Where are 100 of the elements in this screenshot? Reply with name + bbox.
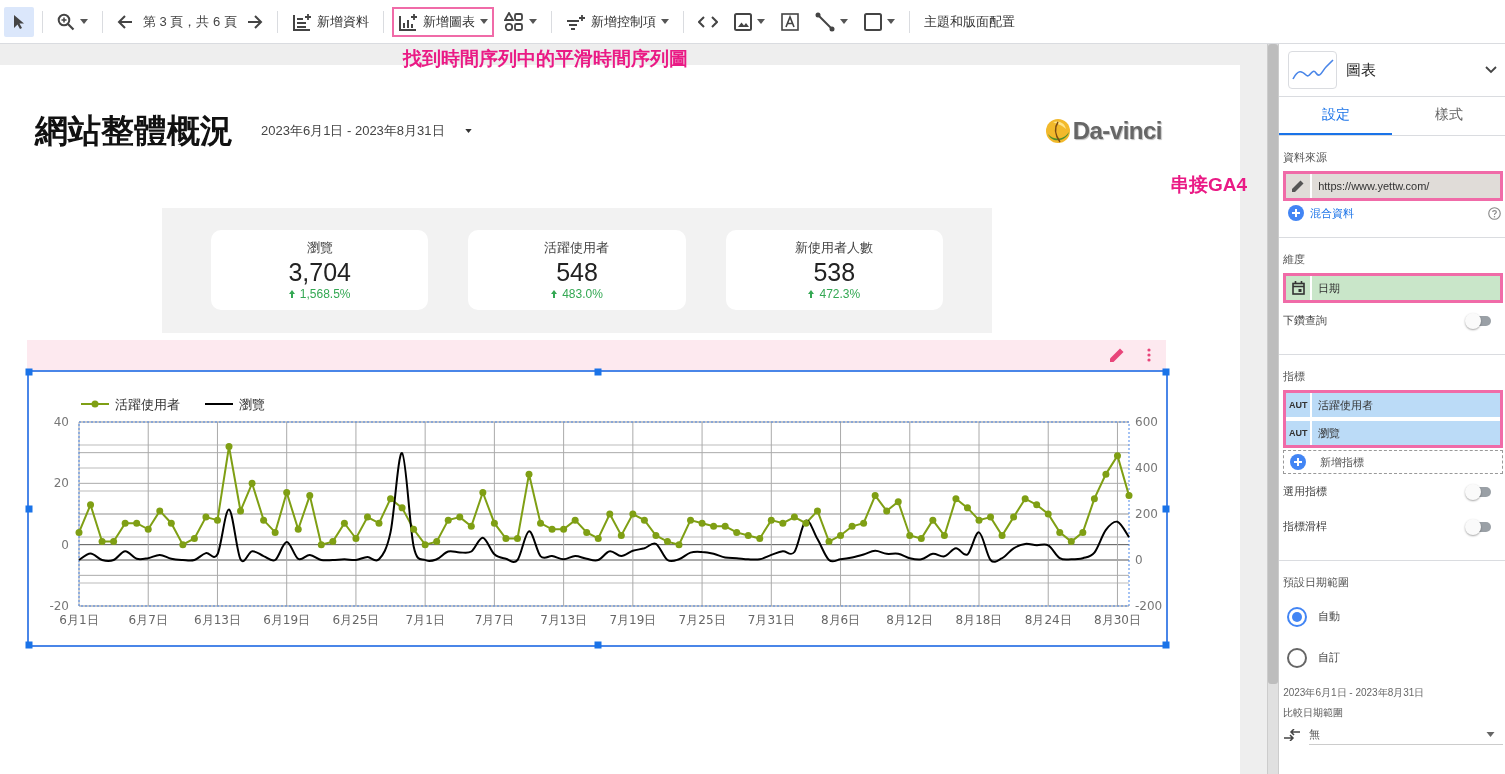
resize-handle[interactable] [25, 641, 33, 649]
data-point [917, 535, 925, 543]
data-point [202, 513, 210, 521]
caret-icon [756, 19, 765, 24]
chart-type-thumbnail[interactable] [1288, 51, 1338, 89]
radio-button[interactable] [1287, 647, 1308, 668]
panel-tab[interactable]: 樣式 [1392, 97, 1505, 135]
data-point [744, 531, 752, 539]
data-point [225, 443, 233, 451]
data-point [248, 479, 256, 487]
time-series-chart[interactable]: 活躍使用者 瀏覽 -20 0 20 40 -200 0 200 400 600 6月1日 6月7日 6月13日 6月19日 6月25日 7月1日 7月7日 7月13日 7月19日 7月25日 7月31日 8月6日 8月12日 8月18日 8月24日 8月30日 [27, 370, 1168, 647]
x-axis-label: 8月30日 [1094, 613, 1141, 627]
data-point [98, 538, 106, 546]
data-point [663, 538, 671, 546]
scorecard-change: 472.3% [819, 287, 861, 301]
data-point [710, 522, 718, 530]
resize-handle[interactable] [594, 368, 601, 376]
data-point [329, 538, 337, 546]
add-circle-icon [1288, 205, 1305, 221]
data-point [156, 507, 164, 515]
data-point [560, 525, 568, 533]
data-point [640, 516, 648, 524]
line-icon [814, 11, 835, 32]
add-control-button[interactable]: 新增控制項 [559, 6, 675, 37]
x-axis-label: 6月7日 [128, 613, 168, 627]
toggle-switch[interactable] [1467, 315, 1491, 326]
data-point [767, 516, 775, 524]
blend-data-link[interactable]: 混合資料 [1310, 205, 1482, 221]
theme-layout-button[interactable]: 主題和版面配置 [917, 6, 1021, 37]
y-axis-label: 40 [53, 415, 69, 429]
radio-button[interactable] [1287, 606, 1308, 627]
data-point [583, 528, 591, 536]
y-axis-label: 400 [1135, 461, 1158, 475]
page-indicator: 第 3 頁，共 6 頁 [143, 12, 237, 31]
data-point [733, 528, 741, 536]
add-chart-button[interactable]: 新增圖表 [391, 6, 494, 37]
data-point [975, 516, 983, 524]
dimension-chip[interactable]: 日期 [1283, 273, 1503, 303]
data-point [1010, 513, 1018, 521]
compare-dropdown[interactable]: 無 [1309, 724, 1503, 745]
select-tool[interactable] [4, 6, 34, 37]
resize-handle[interactable] [25, 368, 33, 376]
add-data-button[interactable]: 新增資料 [285, 6, 375, 37]
arrow-up-icon [551, 290, 558, 298]
calendar-icon [1291, 281, 1305, 295]
scorecard-value: 538 [813, 257, 856, 287]
scorecard-value: 3,704 [288, 257, 351, 287]
data-point [213, 516, 221, 524]
data-point [133, 519, 141, 527]
data-point [860, 519, 868, 527]
y-axis-label: -200 [1135, 599, 1163, 613]
data-point [675, 541, 683, 549]
compare-arrows-icon [1283, 728, 1302, 741]
data-point [167, 519, 175, 527]
add-metric-button[interactable]: 新增指標 [1283, 450, 1503, 474]
resize-handle[interactable] [1162, 368, 1170, 376]
y-axis-label: 600 [1135, 415, 1158, 429]
resize-handle[interactable] [25, 505, 33, 512]
x-axis-label: 7月1日 [405, 613, 445, 627]
radio-label: 自訂 [1318, 650, 1341, 665]
resize-handle[interactable] [594, 641, 601, 649]
code-icon [697, 14, 718, 29]
panel-tab[interactable]: 設定 [1279, 97, 1393, 135]
data-point [490, 519, 498, 527]
filter-add-icon [565, 13, 586, 30]
data-point [1102, 470, 1110, 478]
chevron-down-icon[interactable] [1485, 66, 1497, 74]
edit-icon[interactable] [1109, 347, 1125, 363]
data-point [1044, 510, 1052, 518]
toggle-switch[interactable] [1467, 521, 1491, 532]
data-point [571, 516, 579, 524]
scorecard-label: 瀏覽 [306, 239, 333, 257]
scorecard-change: 1,568.5% [299, 287, 351, 301]
data-point [190, 535, 198, 543]
caret-icon [479, 19, 488, 24]
data-point [813, 507, 821, 515]
more-vert-icon[interactable] [1147, 348, 1151, 362]
data-point [479, 489, 487, 497]
metric-chip[interactable]: AUT 活躍使用者 [1286, 393, 1500, 417]
report-title: 網站整體概況 [35, 110, 233, 151]
data-point [1090, 495, 1098, 503]
help-icon[interactable] [1488, 206, 1501, 220]
data-point [779, 519, 787, 527]
data-point [652, 531, 660, 539]
data-point [433, 538, 441, 546]
text-box-icon [780, 12, 799, 31]
toggle-switch[interactable] [1467, 486, 1491, 497]
metric-chip[interactable]: AUT 瀏覽 [1286, 421, 1500, 445]
data-point [410, 525, 418, 533]
arrow-up-icon [288, 290, 295, 298]
toggle-label: 選用指標 [1283, 484, 1328, 499]
scrollbar-thumb[interactable] [1268, 44, 1279, 684]
data-point [929, 516, 937, 524]
data-source-field[interactable]: https://www.yettw.com/ [1283, 171, 1503, 201]
data-point [721, 522, 729, 530]
date-range-picker[interactable]: 2023年6月1日 - 2023年8月31日 [255, 121, 478, 141]
resize-handle[interactable] [1162, 641, 1170, 649]
resize-handle[interactable] [1162, 505, 1170, 512]
x-axis-label: 8月12日 [886, 613, 934, 627]
logo-ball-icon [1044, 118, 1071, 144]
